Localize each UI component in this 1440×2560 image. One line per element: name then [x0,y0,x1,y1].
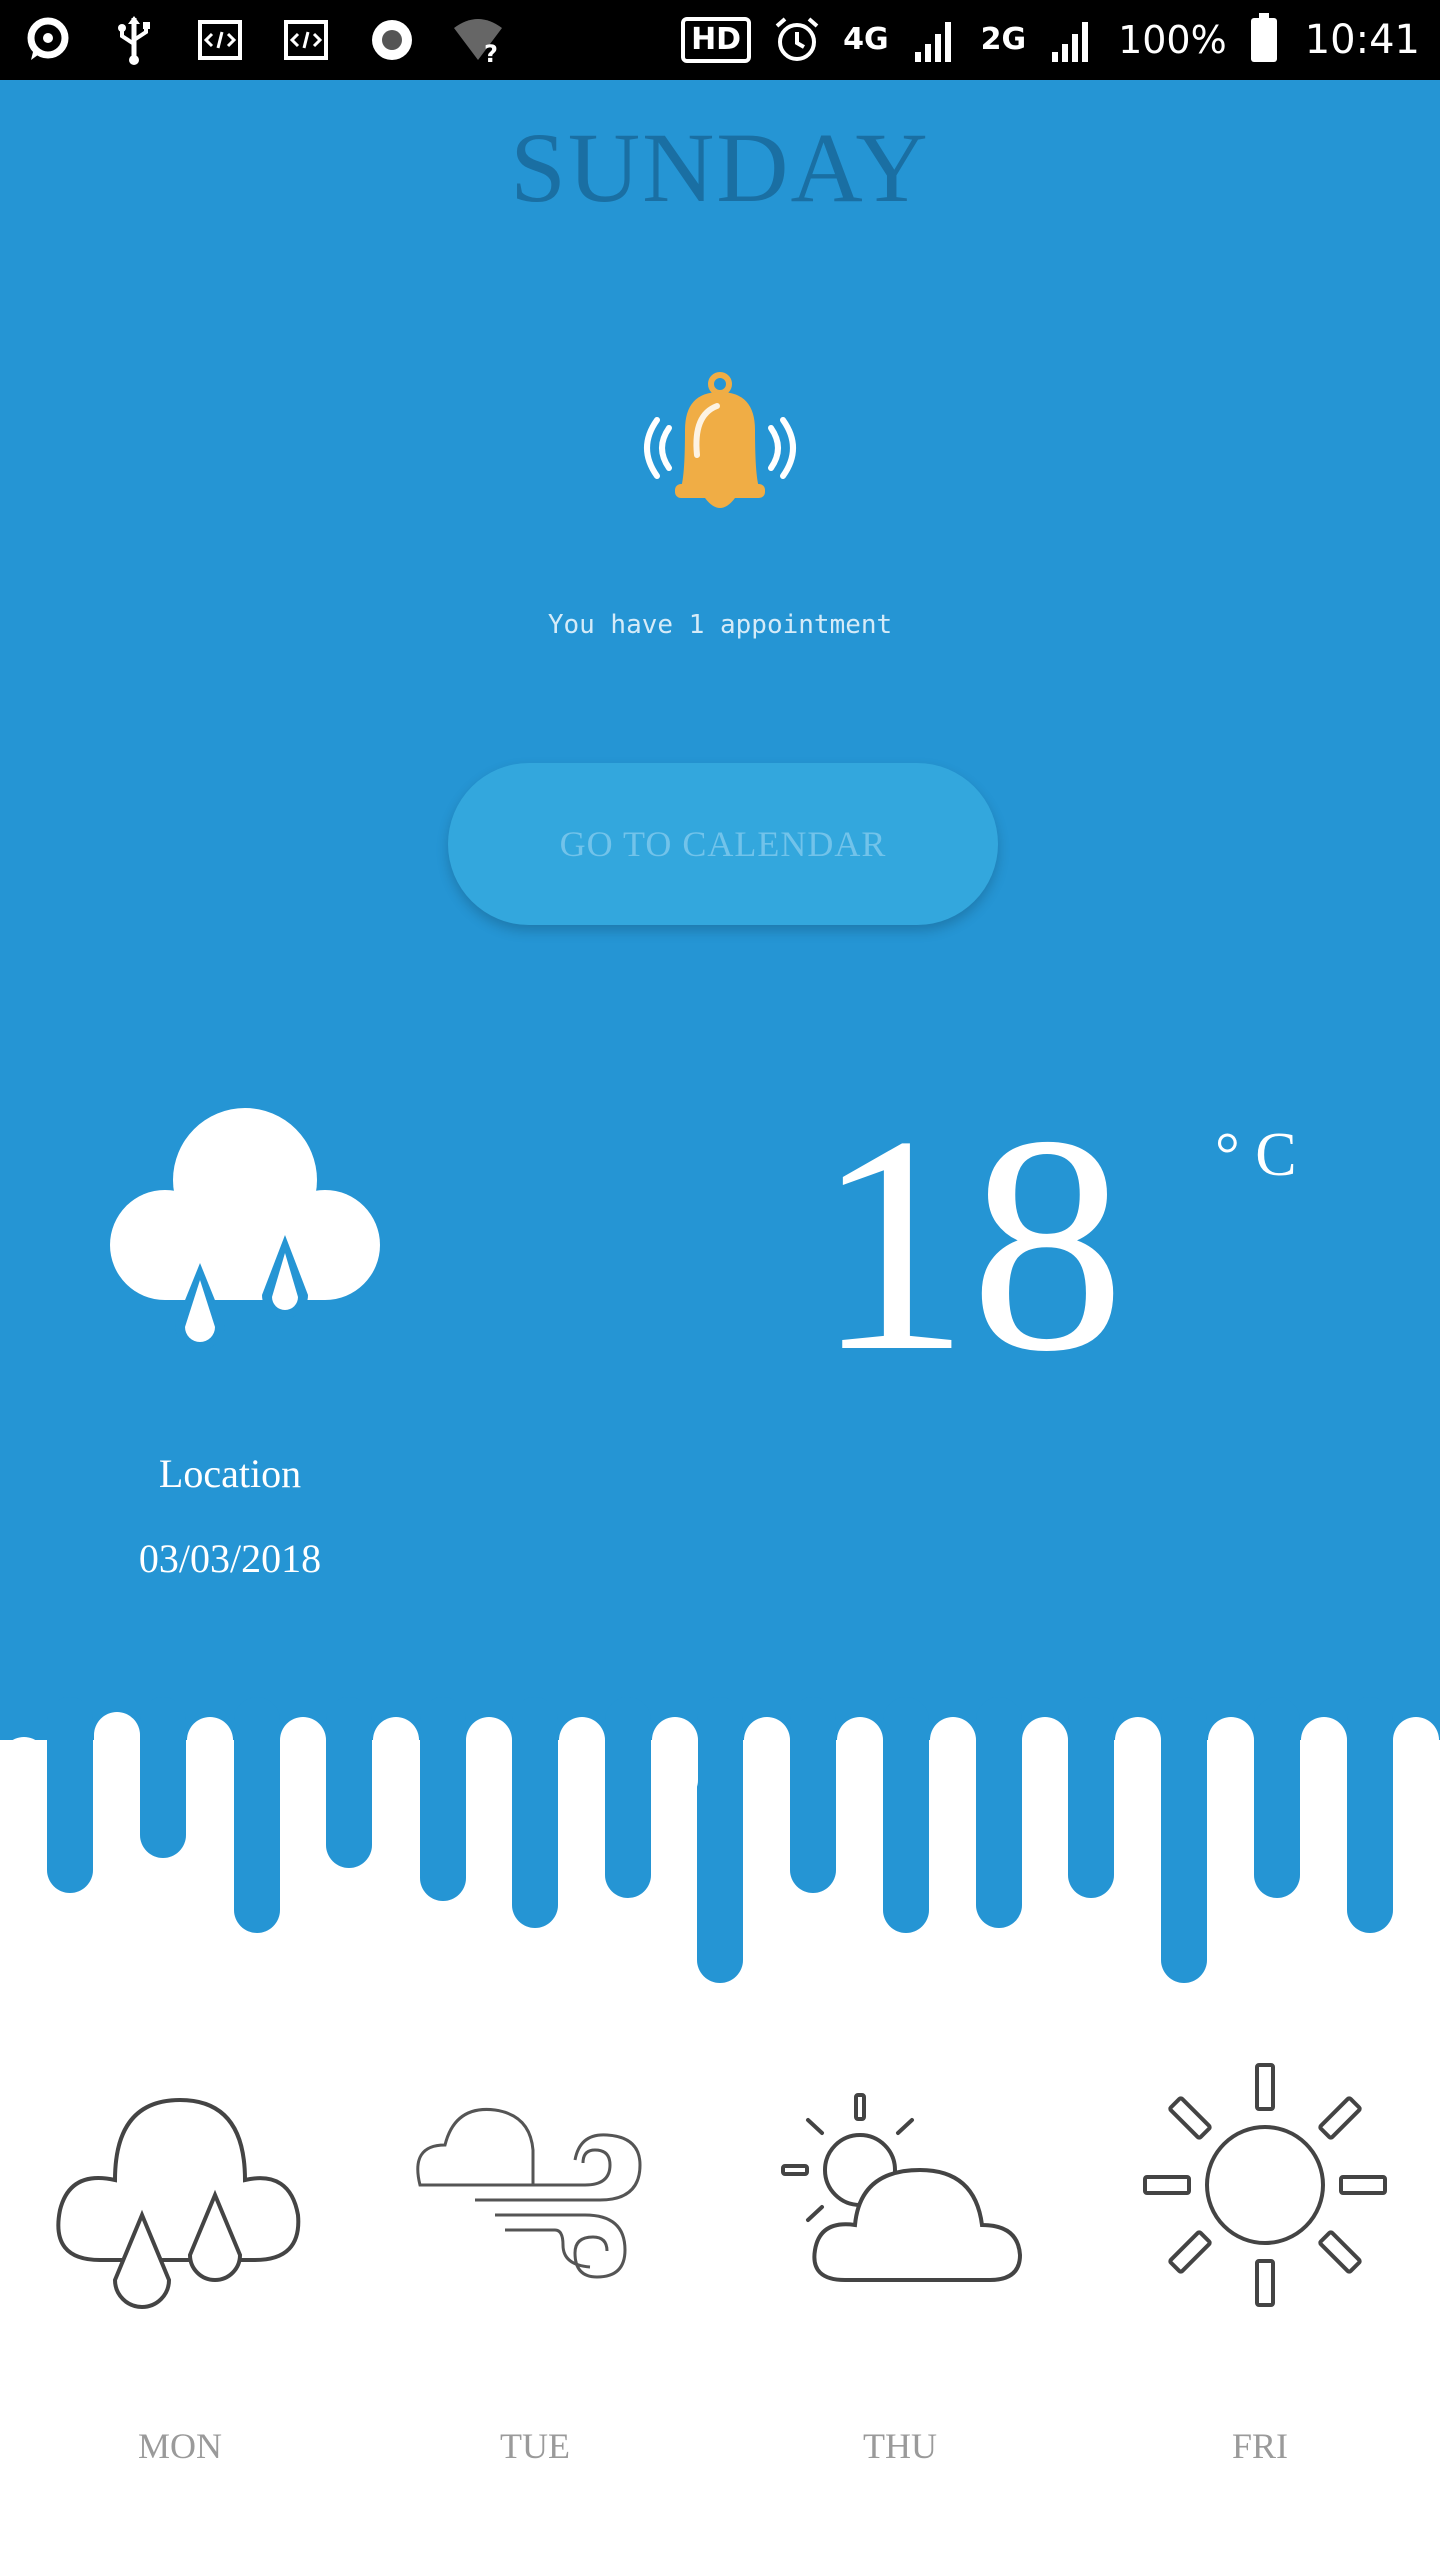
cloud-wind-icon [416,2107,642,2279]
temperature-unit: ° C [1215,1121,1297,1189]
network-4g-label: 4G [843,22,889,57]
forecast-item-mon[interactable]: MON [30,2045,330,2525]
record-icon [364,12,420,68]
alarm-icon [769,12,825,68]
appointment-text: You have 1 appointment [547,610,893,640]
signal-icon [907,12,963,68]
status-bar: ? HD 4G 2G 100% 10:41 [0,0,1440,80]
code-icon [192,12,248,68]
forecast-item-tue[interactable]: TUE [385,2045,685,2525]
chat-notification-icon [20,12,76,68]
clock-time: 10:41 [1304,17,1420,63]
forecast-day-label: MON [137,2426,222,2466]
cloud-rain-icon [110,1108,380,1351]
usb-icon [106,12,162,68]
hd-badge: HD [681,17,752,63]
forecast-day-label: FRI [1231,2426,1289,2466]
sun-icon [1143,2063,1387,2307]
wifi-unknown-icon: ? [450,12,506,68]
signal-icon [1044,12,1100,68]
partly-cloudy-icon [781,2093,1023,2282]
battery-percent: 100% [1118,18,1227,62]
go-to-calendar-button[interactable]: GO TO CALENDAR [448,763,998,925]
code-icon [278,12,334,68]
bell-icon [644,372,796,508]
status-bar-left: ? [20,12,506,68]
hero-section: SUNDAY You have 1 appointment GO TO CALE… [0,80,1440,2080]
location-label: Location [158,1451,302,1496]
forecast-item-fri[interactable]: FRI [1110,2045,1410,2525]
day-title: SUNDAY [510,112,930,223]
forecast-day-label: THU [863,2426,937,2466]
forecast-item-thu[interactable]: THU [750,2045,1050,2525]
temperature-value: 18 [815,1073,1125,1416]
status-bar-right: HD 4G 2G 100% 10:41 [681,12,1420,68]
network-2g-label: 2G [980,22,1027,57]
date-label: 03/03/2018 [138,1536,322,1581]
svg-text:?: ? [484,40,498,66]
forecast-day-label: TUE [500,2426,570,2466]
cloud-rain-icon [56,2097,301,2309]
battery-icon [1250,13,1277,62]
